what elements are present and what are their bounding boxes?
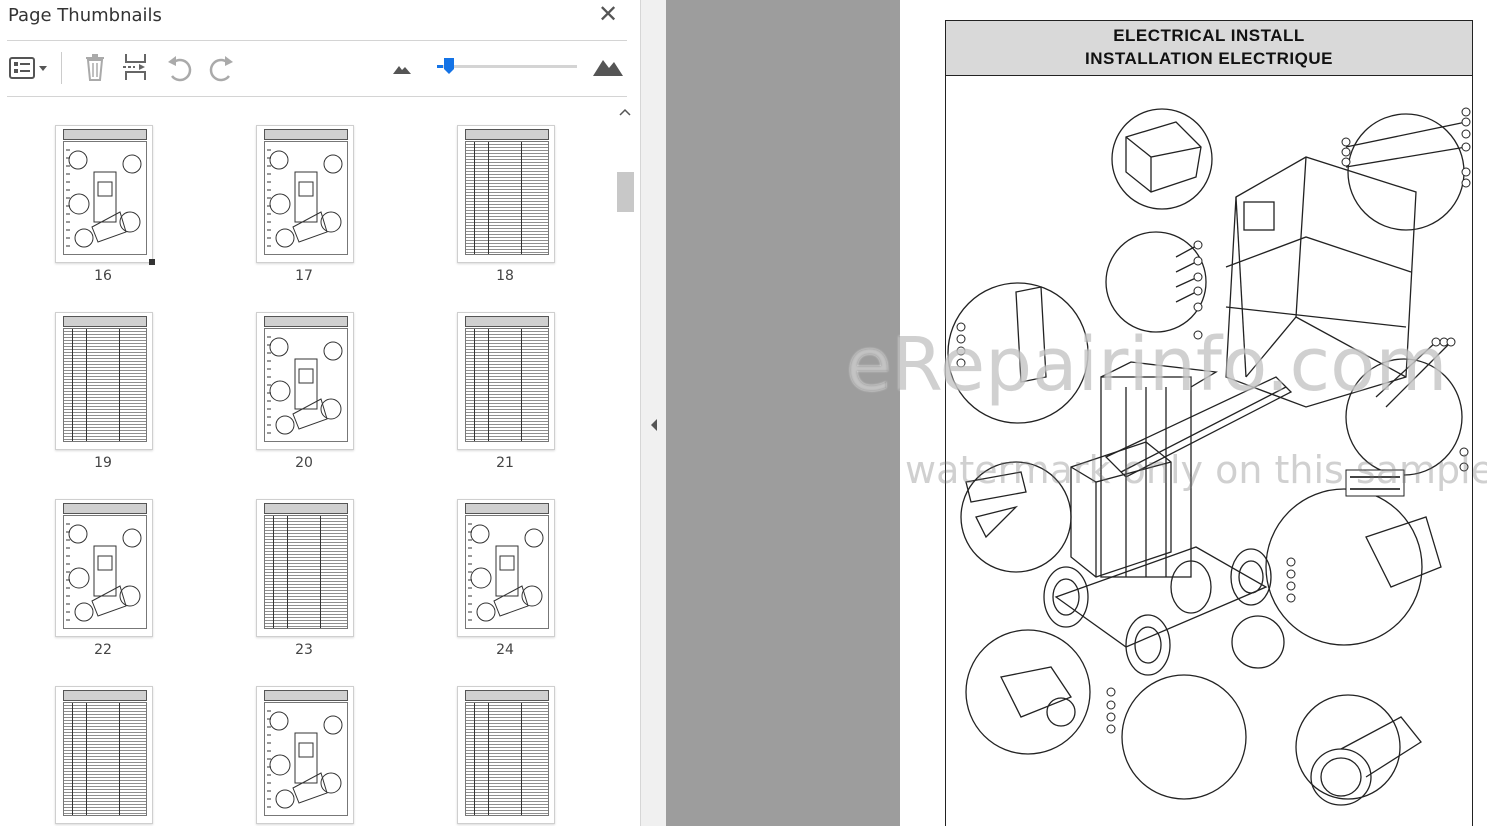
thumbnail-page-header (264, 316, 348, 327)
page-thumbnail[interactable] (457, 125, 555, 263)
divider (7, 96, 627, 97)
thumbnail-page-number: 23 (295, 642, 313, 658)
collapse-panel-icon[interactable] (650, 418, 658, 435)
page-thumbnail[interactable] (457, 312, 555, 450)
thumbnail-page-number: 22 (94, 642, 112, 658)
thumbnail-page-header (63, 503, 147, 514)
small-mountain-icon (393, 66, 411, 74)
page-title-french: INSTALLATION ELECTRIQUE (1085, 49, 1333, 68)
thumbnail-diagram (66, 523, 142, 622)
thumbnail-diagram (267, 710, 343, 809)
thumbnail-page-number: 20 (295, 455, 313, 471)
page-thumbnail[interactable] (457, 686, 555, 824)
thumbnail-size-slider[interactable] (437, 65, 577, 68)
document-canvas-background (666, 0, 900, 826)
page-thumbnail[interactable] (256, 686, 354, 824)
thumbnail-page-header (63, 690, 147, 701)
rotate-clockwise-button[interactable] (205, 52, 237, 84)
thumbnail-page-header (63, 129, 147, 140)
page-thumbnail[interactable] (457, 499, 555, 637)
thumbnail-page-content (264, 328, 348, 442)
zoom-out-thumbnails-button[interactable] (392, 58, 412, 78)
page-thumbnails-panel: Page Thumbnails ✕ 16 17 18 19 20 21 22 2… (0, 0, 640, 826)
rotate-clockwise-icon (209, 56, 233, 82)
thumbnail-options-button[interactable] (8, 52, 52, 84)
insert-pages-icon (123, 54, 146, 80)
slider-handle[interactable] (443, 57, 455, 75)
thumbnail-page-number: 16 (94, 268, 112, 284)
thumbnail-page-content (465, 141, 549, 255)
close-panel-button[interactable]: ✕ (596, 0, 620, 28)
thumbnail-page-content (63, 515, 147, 629)
thumbnail-page-number: 18 (496, 268, 514, 284)
page-thumbnail[interactable] (256, 499, 354, 637)
thumbnail-page-content (465, 702, 549, 816)
watermark-text: eRepairinfo.com (846, 322, 1448, 408)
page-thumbnail[interactable] (55, 125, 155, 265)
trash-icon (86, 54, 104, 81)
thumbnail-page-header (264, 129, 348, 140)
page-thumbnail[interactable] (55, 686, 153, 824)
thumbnail-page-number: 17 (295, 268, 313, 284)
rotate-counterclockwise-button[interactable] (164, 52, 196, 84)
thumbnail-page-header (465, 690, 549, 701)
panel-splitter[interactable] (640, 0, 667, 826)
thumbnail-page-content (264, 515, 348, 629)
thumbnail-page-number: 19 (94, 455, 112, 471)
zoom-in-thumbnails-button[interactable] (592, 54, 624, 78)
thumbnail-page-header (465, 316, 549, 327)
thumbnail-page-header (264, 503, 348, 514)
selected-page-marker (149, 259, 155, 265)
page-thumbnail[interactable] (256, 312, 354, 450)
thumbnail-page-header (465, 503, 549, 514)
insert-pages-button[interactable] (121, 52, 153, 84)
thumbnail-page-content (264, 141, 348, 255)
thumbnail-page-content (264, 702, 348, 816)
close-icon: ✕ (597, 0, 619, 28)
thumbnail-diagram (468, 523, 544, 622)
scrollbar-thumb[interactable] (617, 172, 634, 212)
page-title-english: ELECTRICAL INSTALL (1113, 26, 1305, 45)
thumbnail-diagram (267, 336, 343, 435)
thumbnail-diagram (66, 149, 142, 248)
thumbnail-page-content (63, 328, 147, 442)
thumbnail-page-header (63, 316, 147, 327)
rotate-counterclockwise-icon (168, 56, 192, 82)
page-thumbnail[interactable] (55, 499, 153, 637)
thumbnail-page-header (465, 129, 549, 140)
thumbnail-page-content (465, 515, 549, 629)
thumbnail-page-number: 24 (496, 642, 514, 658)
thumbnail-diagram (267, 149, 343, 248)
page-thumbnail[interactable] (256, 125, 354, 263)
delete-pages-button[interactable] (80, 52, 112, 84)
thumbnail-page-content (63, 141, 147, 255)
toolbar-divider (61, 52, 62, 84)
watermark-subtext: watermark only on this sample (905, 448, 1487, 492)
scroll-up-arrow-icon[interactable] (619, 105, 631, 119)
divider (7, 40, 627, 41)
page-thumbnail[interactable] (55, 312, 153, 450)
large-mountain-icon (593, 60, 623, 76)
thumbnail-options-icon (9, 57, 47, 79)
panel-title: Page Thumbnails (8, 5, 162, 26)
thumbnail-page-header (264, 690, 348, 701)
thumbnail-page-number: 21 (496, 455, 514, 471)
thumbnail-page-content (63, 702, 147, 816)
thumbnail-grid: 16 17 18 19 20 21 22 23 24 (0, 100, 612, 826)
thumbnail-page-content (465, 328, 549, 442)
page-header: ELECTRICAL INSTALL INSTALLATION ELECTRIQ… (946, 21, 1472, 76)
